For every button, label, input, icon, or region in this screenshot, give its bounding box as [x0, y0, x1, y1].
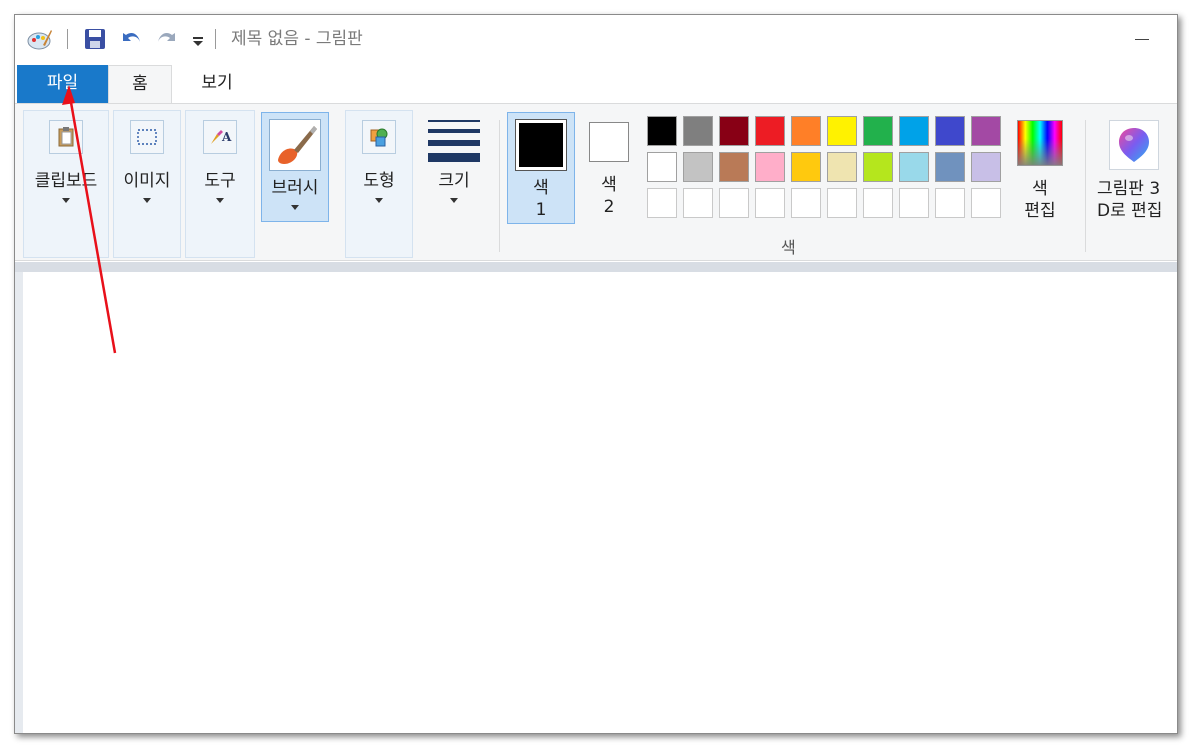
- annotation-arrow: [62, 85, 117, 354]
- paint-window: 제목 없음 - 그림판 파일 홈 보기 클립보드 이미지 A 도구 브러시 도형…: [14, 14, 1178, 734]
